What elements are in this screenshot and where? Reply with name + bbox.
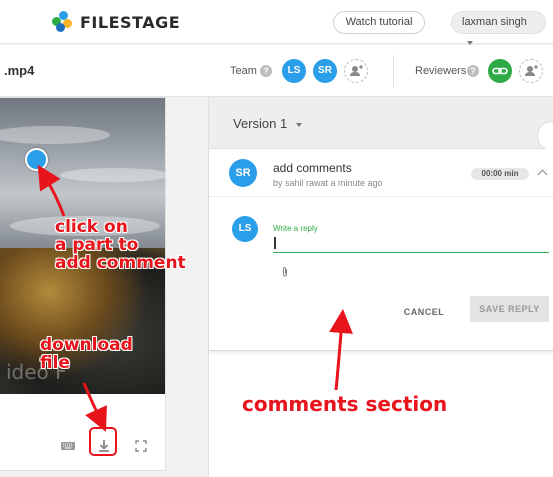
annotation-click: click on a part to add comment — [55, 217, 186, 273]
attachment-icon[interactable] — [281, 266, 289, 278]
user-menu-button[interactable]: laxman singh — [451, 11, 546, 46]
avatar: SR — [229, 159, 257, 187]
chevron-down-icon — [296, 122, 303, 127]
reply-input[interactable] — [273, 235, 549, 253]
avatar: LS — [232, 216, 258, 242]
wave — [60, 168, 165, 182]
version-selector[interactable]: Version 1 — [209, 97, 553, 151]
reply-label: Write a reply — [273, 224, 318, 233]
text-cursor — [274, 237, 276, 249]
header-divider — [393, 55, 394, 87]
team-member-avatar[interactable]: LS — [282, 59, 306, 83]
chevron-up-icon[interactable] — [537, 169, 548, 180]
watch-tutorial-button[interactable]: Watch tutorial — [333, 11, 425, 34]
comment-marker[interactable] — [25, 148, 48, 171]
fullscreen-icon[interactable] — [133, 439, 149, 453]
reviewers-label: Reviewers — [415, 65, 467, 77]
save-reply-button[interactable]: SAVE REPLY — [470, 296, 549, 322]
cancel-button[interactable]: CANCEL — [399, 301, 449, 323]
reviewers-help-icon[interactable]: ? — [467, 65, 479, 77]
team-label: Team — [230, 65, 257, 77]
version-label: Version 1 — [233, 116, 303, 131]
file-header: .mp4 Team ? LS SR Reviewers ? — [0, 45, 553, 97]
add-reviewer-icon[interactable] — [519, 59, 543, 83]
comment-text: add comments — [273, 161, 352, 175]
video-player: ideo F — [0, 97, 166, 471]
share-link-icon[interactable] — [488, 59, 512, 83]
team-help-icon[interactable]: ? — [260, 65, 272, 77]
filestage-logo[interactable]: FILESTAGE — [52, 10, 180, 34]
comment-header[interactable]: SR add comments by sahil rawat a minute … — [209, 149, 553, 197]
comments-panel: Version 1 SR add comments by sahil rawat… — [208, 97, 553, 477]
comment-toggle-icon[interactable] — [537, 121, 553, 151]
add-team-member-icon[interactable] — [344, 59, 368, 83]
logo-text: FILESTAGE — [80, 12, 181, 32]
team-member-avatar[interactable]: SR — [313, 59, 337, 83]
timecode-badge[interactable]: 00:00 min — [471, 168, 529, 180]
user-name: laxman singh — [462, 16, 527, 28]
file-name: .mp4 — [4, 63, 35, 78]
top-bar: FILESTAGE Watch tutorial laxman singh — [0, 0, 553, 46]
comment-thread: SR add comments by sahil rawat a minute … — [209, 149, 553, 351]
annotation-comments-section: comments section — [242, 392, 448, 416]
annotation-download: download file — [40, 335, 133, 373]
logo-dots-icon — [52, 11, 74, 33]
app-root: FILESTAGE Watch tutorial laxman singh .m… — [0, 0, 553, 477]
comment-meta: by sahil rawat a minute ago — [273, 178, 383, 188]
keyboard-icon[interactable] — [60, 439, 76, 453]
download-highlight-box — [89, 427, 117, 456]
